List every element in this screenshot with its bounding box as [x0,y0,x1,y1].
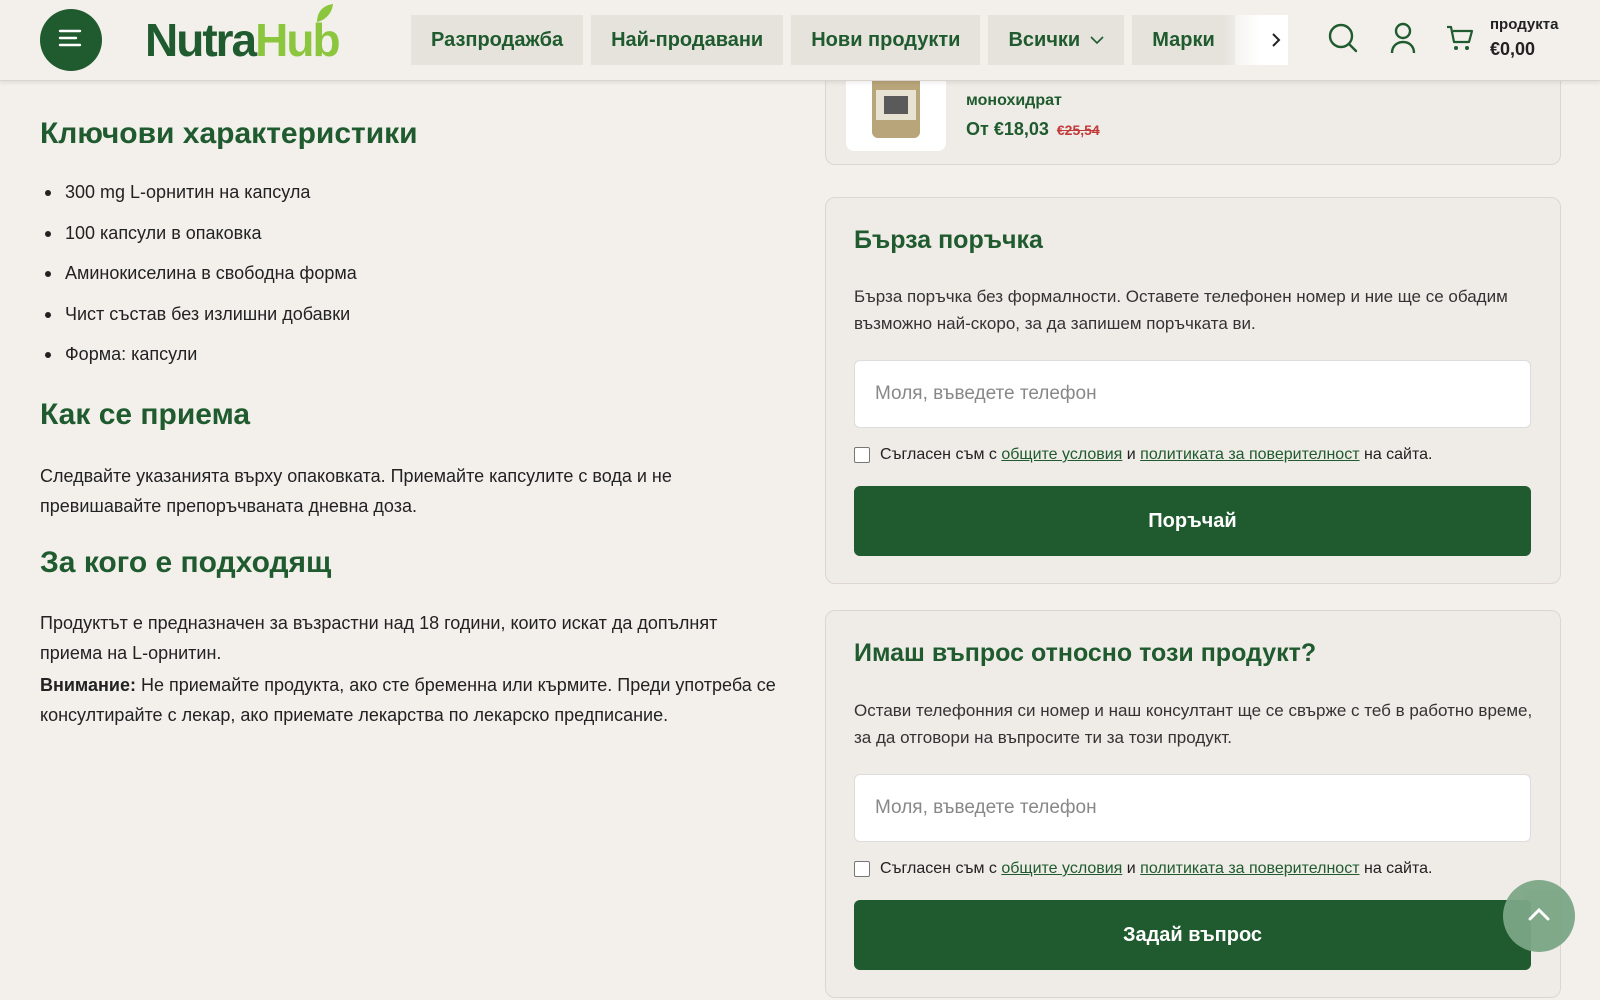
nav-item-label: Нови продукти [811,28,961,51]
logo-text-hub: Hub [255,4,341,70]
order-button[interactable]: Поръчай [854,486,1531,556]
consent-checkbox[interactable] [854,447,870,463]
chevron-up-icon [1527,906,1551,926]
nav-item-bestsellers[interactable]: Най-продавани [591,15,784,65]
nav-item-label: Най-продавани [611,28,764,51]
ask-question-card: Имаш въпрос относно този продукт? Остави… [825,610,1561,998]
features-title: Ключови характеристики [40,117,418,150]
cart-label: продукта [1490,16,1559,33]
search-button[interactable] [1323,20,1363,60]
usage-text: Следвайте указанията върху опаковката. П… [40,466,672,516]
site-header: Nutra Hub Разпродажба Най-продавани Нови … [0,0,1600,81]
ask-question-button[interactable]: Задай въпрос [854,900,1531,970]
search-icon [1327,22,1359,58]
terms-link[interactable]: общите условия [1001,860,1122,878]
nav-item-brands[interactable]: Марки [1132,15,1235,65]
consent-and: и [1122,446,1141,463]
nav-item-label: Всички [1008,28,1081,51]
ask-question-phone-input[interactable] [854,774,1531,842]
quick-order-consent: Съгласен съм с общите условия и политика… [854,446,1432,464]
leaf-icon [316,4,333,22]
consent-prefix: Съгласен съм с [880,860,1002,877]
nav-item-new-products[interactable]: Нови продукти [791,15,981,65]
warning-label: Внимание: [40,675,136,695]
cart-icon [1445,23,1475,57]
consent-suffix: на сайта. [1359,446,1433,463]
ask-question-desc: Остави телефонния си номер и наш консулт… [854,701,1533,747]
nav-item-label: Марки [1152,28,1215,51]
user-icon [1389,22,1417,58]
audience-text: Продуктът е предназначен за възрастни на… [40,613,718,663]
privacy-link[interactable]: политиката за поверителност [1140,446,1359,464]
list-item: 100 капсули в опаковка [40,219,357,260]
terms-link[interactable]: общите условия [1001,446,1122,464]
consent-suffix: на сайта. [1359,860,1433,877]
nav-scroll-right-button[interactable] [1264,15,1288,65]
list-item: Форма: капсули [40,340,357,381]
privacy-link[interactable]: политиката за поверителност [1140,860,1359,878]
related-product-price: От €18,03 €25,54 [966,119,1100,140]
ask-question-consent: Съгласен съм с общите условия и политика… [854,860,1432,878]
quick-order-title: Бърза поръчка [854,226,1043,254]
scroll-to-top-button[interactable] [1503,880,1575,952]
ask-question-title: Имаш въпрос относно този продукт? [854,639,1317,667]
old-price: €25,54 [1056,122,1100,138]
quick-order-desc: Бърза поръчка без формалности. Оставете … [854,287,1508,333]
nav-item-sale[interactable]: Разпродажба [411,15,584,65]
nav-item-label: Разпродажба [431,28,564,51]
usage-title: Как се приема [40,398,251,431]
consent-and: и [1122,860,1141,877]
chevron-down-icon [1090,32,1104,48]
quick-order-card: Бърза поръчка Бърза поръчка без формално… [825,197,1561,584]
menu-icon [58,28,84,52]
quick-order-phone-input[interactable] [854,360,1531,428]
account-button[interactable] [1383,20,1423,60]
list-item: Чист състав без излишни добавки [40,300,357,341]
list-item: Аминокиселина в свободна форма [40,259,357,300]
audience-title: За кого е подходящ [40,546,332,579]
cart-summary[interactable]: продукта €0,00 [1490,16,1558,60]
main-nav: Разпродажба Най-продавани Нови продукти … [411,15,1284,65]
nav-item-all[interactable]: Всички [988,15,1125,65]
logo[interactable]: Nutra Hub [145,4,341,70]
warning-text: Внимание: Не приемайте продукта, ако сте… [40,670,780,730]
menu-button[interactable] [40,9,102,71]
consent-checkbox[interactable] [854,861,870,877]
list-item: 300 mg L-орнитин на капсула [40,178,357,219]
logo-text-nutra: Nutra [145,14,257,66]
warning-body: Не приемайте продукта, ако сте бременна … [40,675,776,725]
related-product-name[interactable]: монохидрат [966,89,1526,113]
current-price: От €18,03 [966,119,1049,139]
chevron-right-icon [1271,26,1281,54]
cart-total: €0,00 [1490,39,1536,59]
cart-button[interactable] [1440,20,1480,60]
features-list: 300 mg L-орнитин на капсула 100 капсули … [40,178,357,381]
consent-prefix: Съгласен съм с [880,446,1002,463]
